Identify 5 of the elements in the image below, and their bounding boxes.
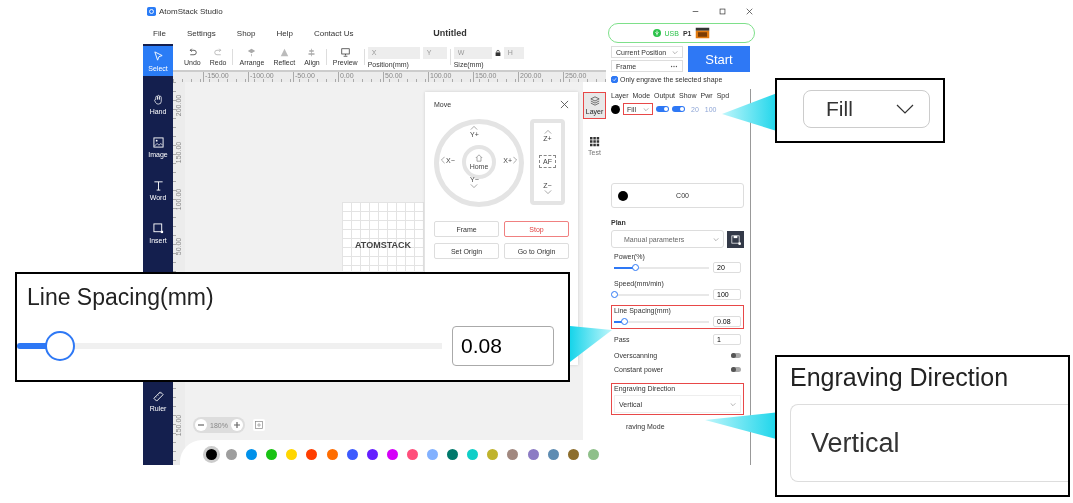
app-name: AtomStack Studio <box>159 6 223 16</box>
artwork-text: ATOMSTACK <box>355 240 411 250</box>
document-title: Untitled <box>433 28 467 38</box>
setting-label: Engraving Direction <box>790 363 1010 392</box>
setting-label: Line Spacing(mm) <box>27 284 215 311</box>
